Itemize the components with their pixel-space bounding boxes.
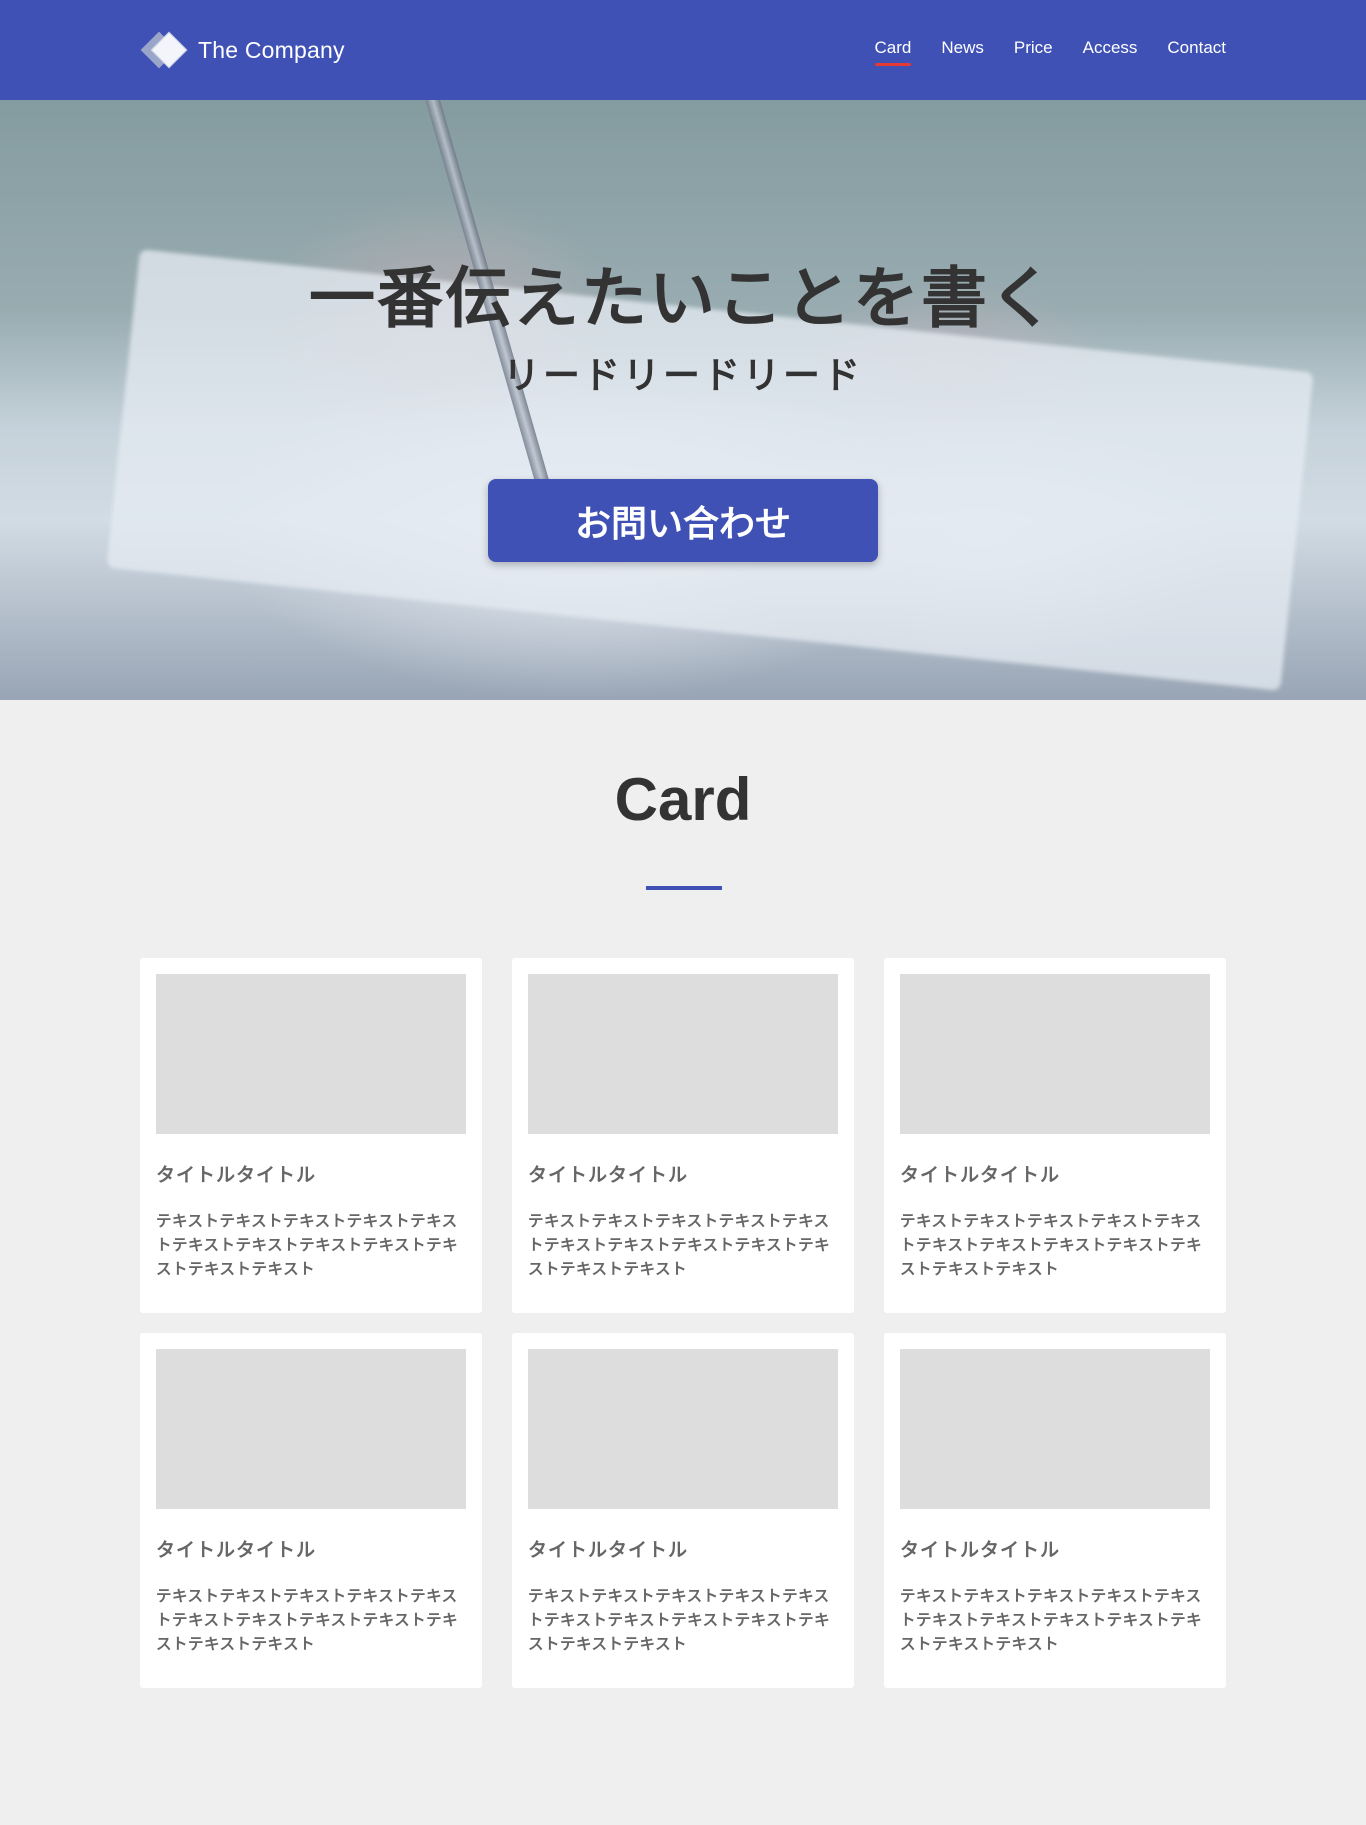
card-grid: タイトルタイトル テキストテキストテキストテキストテキストテキストテキストテキス…	[140, 958, 1226, 1688]
nav-item-access[interactable]: Access	[1083, 38, 1138, 66]
card-text: テキストテキストテキストテキストテキストテキストテキストテキストテキストテキスト…	[900, 1212, 1203, 1278]
card-title: タイトルタイトル	[528, 1164, 689, 1186]
hero-content: 一番伝えたいことを書く リードリードリード お問い合わせ	[0, 100, 1366, 700]
main-nav: Card News Price Access Contact	[874, 38, 1226, 66]
card[interactable]: タイトルタイトル テキストテキストテキストテキストテキストテキストテキストテキス…	[512, 1333, 854, 1688]
nav-item-contact[interactable]: Contact	[1167, 38, 1226, 66]
nav-item-price[interactable]: Price	[1014, 38, 1053, 66]
diamond-logo-icon	[140, 30, 194, 70]
card-image-placeholder	[900, 974, 1210, 1134]
card-title: タイトルタイトル	[900, 1164, 1061, 1186]
card[interactable]: タイトルタイトル テキストテキストテキストテキストテキストテキストテキストテキス…	[140, 958, 482, 1313]
hero-title: 一番伝えたいことを書く	[309, 260, 1057, 337]
card-title: タイトルタイトル	[528, 1539, 689, 1561]
contact-button[interactable]: お問い合わせ	[488, 479, 878, 562]
card[interactable]: タイトルタイトル テキストテキストテキストテキストテキストテキストテキストテキス…	[884, 958, 1226, 1313]
card-image-placeholder	[528, 974, 838, 1134]
site-header: The Company Card News Price Access Conta…	[0, 0, 1366, 100]
card-title: タイトルタイトル	[156, 1164, 317, 1186]
logo[interactable]: The Company	[140, 30, 345, 70]
card-text: テキストテキストテキストテキストテキストテキストテキストテキストテキストテキスト…	[528, 1587, 831, 1653]
section-title: Card	[614, 766, 752, 833]
logo-text: The Company	[198, 36, 345, 63]
card[interactable]: タイトルタイトル テキストテキストテキストテキストテキストテキストテキストテキス…	[140, 1333, 482, 1688]
card-text: テキストテキストテキストテキストテキストテキストテキストテキストテキストテキスト…	[900, 1587, 1203, 1653]
hero-lead: リードリードリード	[503, 354, 863, 397]
card-title: タイトルタイトル	[156, 1539, 317, 1561]
hero-section: 一番伝えたいことを書く リードリードリード お問い合わせ	[0, 100, 1366, 700]
card-text: テキストテキストテキストテキストテキストテキストテキストテキストテキストテキスト…	[528, 1212, 831, 1278]
card-image-placeholder	[156, 974, 466, 1134]
card-text: テキストテキストテキストテキストテキストテキストテキストテキストテキストテキスト…	[156, 1212, 459, 1278]
card-title: タイトルタイトル	[900, 1539, 1061, 1561]
card-text: テキストテキストテキストテキストテキストテキストテキストテキストテキストテキスト…	[156, 1587, 459, 1653]
card-image-placeholder	[900, 1349, 1210, 1509]
nav-item-card[interactable]: Card	[874, 38, 911, 66]
card[interactable]: タイトルタイトル テキストテキストテキストテキストテキストテキストテキストテキス…	[512, 958, 854, 1313]
card[interactable]: タイトルタイトル テキストテキストテキストテキストテキストテキストテキストテキス…	[884, 1333, 1226, 1688]
card-image-placeholder	[528, 1349, 838, 1509]
card-image-placeholder	[156, 1349, 466, 1509]
section-divider	[646, 886, 722, 890]
nav-item-news[interactable]: News	[941, 38, 984, 66]
